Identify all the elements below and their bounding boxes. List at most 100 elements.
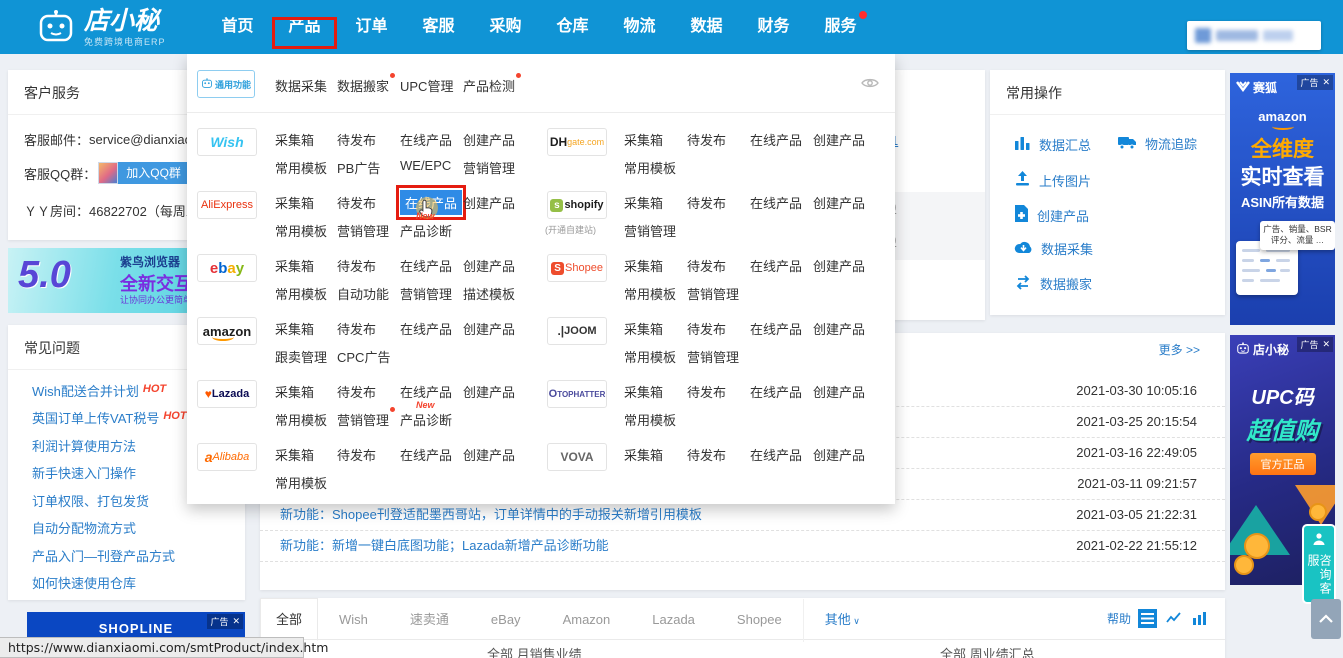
line-chart-icon[interactable] — [1164, 609, 1183, 628]
tab-Wish[interactable]: Wish — [318, 599, 389, 640]
nav-item-首页[interactable]: 首页 — [204, 0, 271, 54]
menu-item-营销管理[interactable]: 营销管理 — [687, 284, 739, 303]
nav-item-采购[interactable]: 采购 — [472, 0, 539, 54]
list-view-icon[interactable] — [1138, 609, 1157, 628]
menu-item-采集箱[interactable]: 采集箱 — [624, 130, 663, 149]
platform-logo-TOPHATTER[interactable]: O TOPHATTER — [547, 380, 607, 408]
platform-logo-shopify[interactable]: s shopify — [547, 191, 607, 219]
menu-item-在线产品[interactable]: 在线产品 — [750, 445, 802, 464]
close-ad-icon[interactable]: ✕ — [1322, 77, 1330, 88]
scroll-to-top-button[interactable] — [1311, 599, 1341, 639]
help-link[interactable]: 帮助 — [1107, 610, 1131, 627]
menu-item-常用模板[interactable]: 常用模板 — [624, 158, 676, 177]
nav-item-数据[interactable]: 数据 — [673, 0, 740, 54]
menu-item-数据采集[interactable]: 数据采集 — [275, 76, 327, 95]
menu-item-营销管理[interactable]: 营销管理 — [624, 221, 676, 240]
menu-item-在线产品[interactable]: 在线产品 — [750, 319, 802, 338]
page: 1 0 0 更多 >> 2021-03-30 10:05:162021-03-2… — [0, 0, 1343, 658]
op-数据采集[interactable]: 数据采集 — [1014, 239, 1093, 258]
faq-link[interactable]: 利润计算使用方法 — [32, 436, 136, 455]
op-label: 数据汇总 — [1039, 135, 1091, 154]
menu-item-创建产品[interactable]: 创建产品 — [813, 130, 865, 149]
menu-item-待发布[interactable]: 待发布 — [687, 256, 726, 275]
close-ad-icon[interactable]: ✕ — [1322, 339, 1330, 350]
nav-item-客服[interactable]: 客服 — [405, 0, 472, 54]
op-数据汇总[interactable]: 数据汇总 — [1014, 134, 1091, 154]
nav-item-物流[interactable]: 物流 — [606, 0, 673, 54]
join-qq-group-button[interactable]: 加入QQ群 — [98, 162, 189, 184]
bar-chart-icon[interactable] — [1190, 609, 1209, 628]
menu-item-数据搬家[interactable]: 数据搬家 — [337, 76, 389, 95]
op-上传图片[interactable]: 上传图片 — [1014, 170, 1091, 190]
nav-item-财务[interactable]: 财务 — [740, 0, 807, 54]
upc-line3: 官方正品 — [1250, 453, 1316, 475]
announcement-time: 2021-03-11 09:21:57 — [1077, 468, 1197, 499]
platform-row-shopify: s shopify(开通自建站)采集箱待发布在线产品创建产品营销管理 — [187, 187, 895, 250]
menu-item-UPC管理[interactable]: UPC管理 — [400, 76, 453, 95]
menu-item-待发布[interactable]: 待发布 — [687, 193, 726, 212]
menu-item-产品检测[interactable]: 产品检测 — [463, 76, 515, 95]
menu-item-创建产品[interactable]: 创建产品 — [813, 445, 865, 464]
tab-Lazada[interactable]: Lazada — [631, 599, 716, 640]
menu-item-常用模板[interactable]: 常用模板 — [624, 284, 676, 303]
ad-saihu-amazon[interactable]: 赛狐 广告✕ amazon 全维度 实时查看 ASIN所有数据 广告、销量、BS… — [1230, 73, 1335, 325]
menu-item-常用模板[interactable]: 常用模板 — [624, 347, 676, 366]
menu-item-采集箱[interactable]: 采集箱 — [624, 382, 663, 401]
eye-icon[interactable] — [861, 76, 879, 94]
announcement-link[interactable]: 新功能：新增一键白底图功能；Lazada新增产品诊断功能 — [280, 530, 609, 561]
tab-其他[interactable]: 其他 ∨ — [803, 599, 881, 642]
general-functions-logo[interactable]: 通用功能 — [197, 70, 255, 98]
faq-link[interactable]: 英国订单上传VAT税号HOT — [32, 408, 187, 427]
menu-item-采集箱[interactable]: 采集箱 — [624, 319, 663, 338]
general-functions-label: 通用功能 — [215, 78, 251, 91]
op-创建产品[interactable]: 创建产品 — [1014, 205, 1089, 225]
section-title-weekly: 全部 周业绩汇总 — [940, 644, 1035, 658]
tab-Amazon[interactable]: Amazon — [542, 599, 632, 640]
faq-link[interactable]: 产品入门—刊登产品方式 — [32, 546, 175, 565]
menu-item-采集箱[interactable]: 采集箱 — [624, 445, 663, 464]
menu-item-创建产品[interactable]: 创建产品 — [813, 256, 865, 275]
nav-item-仓库[interactable]: 仓库 — [539, 0, 606, 54]
ad-label: 广告 — [1300, 76, 1318, 89]
platform-logo-JOOM[interactable]: .| JOOM — [547, 317, 607, 345]
menu-item-采集箱[interactable]: 采集箱 — [624, 256, 663, 275]
app-logo[interactable]: 店小秘 免费跨境电商ERP — [36, 9, 166, 50]
menu-item-营销管理[interactable]: 营销管理 — [687, 347, 739, 366]
menu-item-采集箱[interactable]: 采集箱 — [624, 193, 663, 212]
tab-速卖通[interactable]: 速卖通 — [389, 599, 470, 640]
op-数据搬家[interactable]: 数据搬家 — [1014, 274, 1092, 293]
platform-logo-DHgate.com[interactable]: DHgate.com — [547, 128, 607, 156]
more-link[interactable]: 更多 >> — [1159, 341, 1200, 358]
op-物流追踪[interactable]: 物流追踪 — [1118, 134, 1197, 153]
tab-全部[interactable]: 全部 — [260, 598, 318, 641]
tab-eBay[interactable]: eBay — [470, 599, 542, 640]
menu-item-创建产品[interactable]: 创建产品 — [813, 193, 865, 212]
menu-item-在线产品[interactable]: 在线产品 — [750, 256, 802, 275]
menu-item-待发布[interactable]: 待发布 — [687, 130, 726, 149]
op-label: 创建产品 — [1037, 206, 1089, 225]
nav-item-订单[interactable]: 订单 — [338, 0, 405, 54]
faq-link[interactable]: 订单权限、打包发货 — [32, 491, 149, 510]
faq-link[interactable]: 新手快速入门操作 — [32, 463, 136, 482]
qq-label: 客服QQ群： — [24, 164, 96, 183]
faq-link[interactable]: 如何快速使用仓库 — [32, 573, 136, 592]
faq-link[interactable]: 自动分配物流方式 — [32, 518, 136, 537]
platform-logo-Shopee[interactable]: S Shopee — [547, 254, 607, 282]
menu-item-常用模板[interactable]: 常用模板 — [624, 410, 676, 429]
menu-item-待发布[interactable]: 待发布 — [687, 319, 726, 338]
user-account-box[interactable] — [1187, 21, 1321, 50]
platform-logo-VOVA[interactable]: VOVA — [547, 443, 607, 471]
nav-item-产品[interactable]: 产品 — [271, 0, 338, 54]
nav-item-服务[interactable]: 服务 — [807, 0, 874, 54]
faq-link[interactable]: Wish配送合并计划HOT — [32, 381, 166, 400]
close-ad-icon[interactable]: ✕ — [232, 616, 240, 627]
menu-item-创建产品[interactable]: 创建产品 — [813, 382, 865, 401]
menu-item-待发布[interactable]: 待发布 — [687, 445, 726, 464]
menu-item-在线产品[interactable]: 在线产品 — [750, 193, 802, 212]
tab-Shopee[interactable]: Shopee — [716, 599, 803, 640]
menu-item-在线产品[interactable]: 在线产品 — [750, 130, 802, 149]
consult-service-button[interactable]: 咨询客服 — [1302, 524, 1336, 604]
menu-item-在线产品[interactable]: 在线产品 — [750, 382, 802, 401]
menu-item-创建产品[interactable]: 创建产品 — [813, 319, 865, 338]
menu-item-待发布[interactable]: 待发布 — [687, 382, 726, 401]
